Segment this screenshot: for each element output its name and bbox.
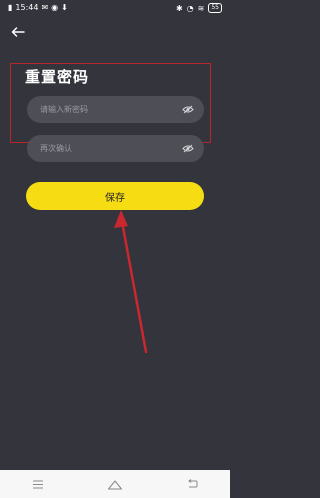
menu-icon (33, 480, 44, 488)
return-icon (187, 479, 198, 488)
system-nav-bar (0, 470, 230, 498)
home-icon (107, 480, 122, 489)
home-button[interactable] (105, 476, 125, 492)
annotation-arrow (114, 210, 148, 354)
menu-button[interactable] (28, 476, 48, 492)
return-button[interactable] (182, 476, 202, 492)
